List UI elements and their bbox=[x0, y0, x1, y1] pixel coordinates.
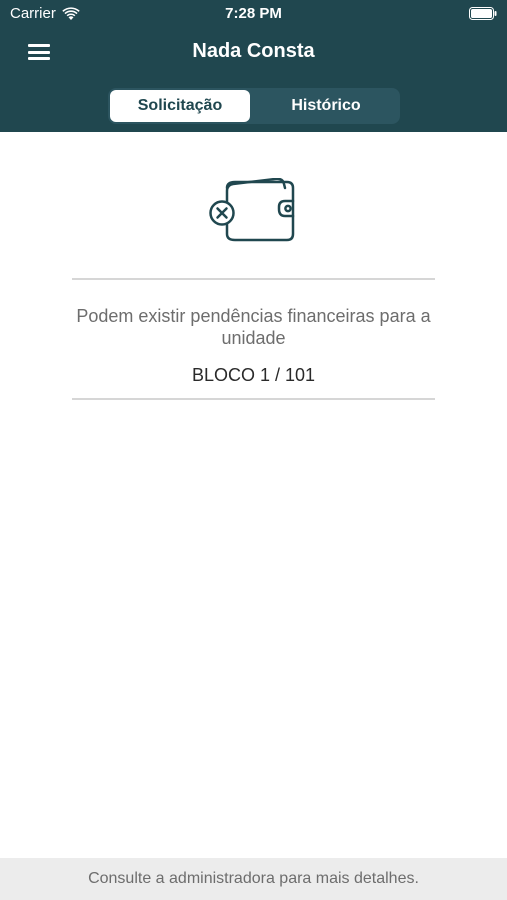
divider-bottom bbox=[72, 398, 435, 400]
divider-top bbox=[72, 278, 435, 280]
app-header: Carrier 7:28 PM Nada Consta Solicitação … bbox=[0, 0, 507, 132]
battery-icon bbox=[469, 7, 497, 20]
status-bar: Carrier 7:28 PM bbox=[0, 0, 507, 28]
pending-message: Podem existir pendências financeiras par… bbox=[76, 306, 431, 348]
unit-label: BLOCO 1 / 101 bbox=[191, 365, 316, 385]
wallet-error-icon bbox=[209, 178, 295, 242]
main-content: Podem existir pendências financeiras par… bbox=[0, 132, 507, 858]
tab-solicitacao[interactable]: Solicitação bbox=[110, 90, 250, 122]
segmented-control: Solicitação Histórico bbox=[108, 88, 400, 124]
status-time: 7:28 PM bbox=[225, 5, 282, 22]
tab-historico[interactable]: Histórico bbox=[254, 90, 398, 122]
page-title: Nada Consta bbox=[192, 40, 315, 62]
footer-note: Consulte a administradora para mais deta… bbox=[0, 858, 507, 900]
